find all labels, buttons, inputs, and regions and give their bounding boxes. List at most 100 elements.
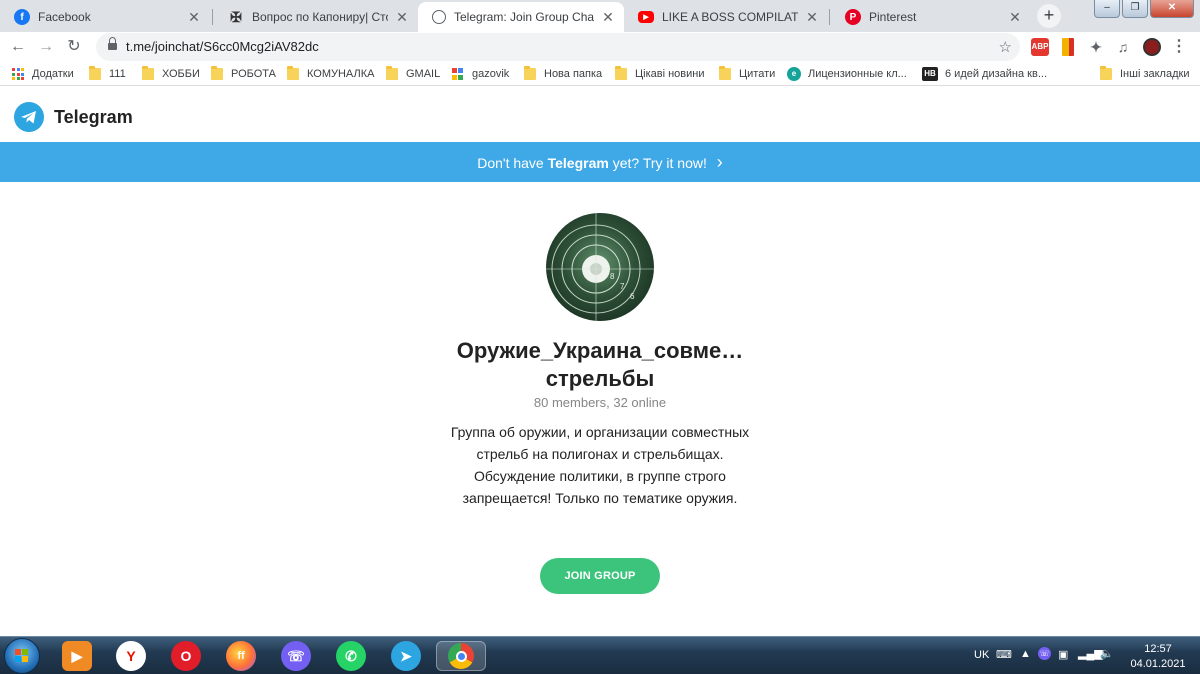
close-window-button[interactable]: ✕ <box>1150 0 1194 18</box>
windows-taskbar: ▶ Y O ff ☏ ✆ ➤ UK ⌨ ▲ ☏ ▣ ▂▄▆ 🔈 12:57 04… <box>0 636 1200 674</box>
language-indicator[interactable]: UK <box>974 649 989 661</box>
tab-facebook[interactable]: f Facebook ✕ <box>0 2 210 32</box>
folder-icon <box>719 66 731 80</box>
tab-close-icon[interactable]: ✕ <box>186 9 202 25</box>
tab-close-icon[interactable]: ✕ <box>600 9 616 25</box>
try-telegram-banner[interactable]: Don't have Telegram yet? Try it now! › <box>0 142 1200 182</box>
group-title-line1: Оружие_Украина_совме… <box>456 338 744 363</box>
bookmark-folder-gmail[interactable]: GMAIL <box>386 66 440 82</box>
browser-toolbar: ← → ↻ t.me/joinchat/S6cc0Mcg2iAV82dc ☆ A… <box>0 32 1200 62</box>
telegram-logo-icon[interactable] <box>14 102 44 132</box>
url-text[interactable]: t.me/joinchat/S6cc0Mcg2iAV82dc <box>126 39 319 54</box>
bookmark-label: gazovik <box>472 68 510 80</box>
menu-dots-icon[interactable]: ⋮ <box>1170 38 1188 56</box>
firefox-icon[interactable]: ff <box>226 641 256 671</box>
signal-bars-icon[interactable]: ▂▄▆ <box>1078 647 1103 660</box>
bookmark-label: ХОББИ <box>162 68 200 80</box>
tab-close-icon[interactable]: ✕ <box>394 9 410 25</box>
banner-suffix: yet? Try it now! <box>608 155 707 171</box>
bookmark-other-bookmarks[interactable]: Інші закладки <box>1100 66 1189 82</box>
volume-icon[interactable]: 🔈 <box>1100 647 1114 660</box>
bookmark-apps[interactable]: Додатки <box>12 66 74 82</box>
show-hidden-icons-icon[interactable]: ▲ <box>1020 648 1031 660</box>
adblock-plus-icon[interactable]: ABP <box>1031 38 1049 56</box>
bookmark-label: 111 <box>109 68 126 80</box>
bookmark-label: РОБОТА <box>231 68 276 80</box>
group-members-count: 80 members, 32 online <box>533 395 667 410</box>
folder-icon <box>142 66 154 80</box>
clock-date[interactable]: 04.01.2021 <box>1128 658 1188 670</box>
address-bar[interactable]: t.me/joinchat/S6cc0Mcg2iAV82dc ☆ <box>96 33 1020 61</box>
media-player-icon[interactable]: ▶ <box>62 641 92 671</box>
tab-close-icon[interactable]: ✕ <box>804 9 820 25</box>
telegram-header: Telegram <box>0 87 1200 143</box>
back-button[interactable]: ← <box>6 35 30 59</box>
bookmark-label: Цитати <box>739 68 776 80</box>
reload-button[interactable]: ↻ <box>62 35 86 59</box>
maximize-button[interactable]: ❐ <box>1122 0 1148 18</box>
tab-separator <box>829 9 830 25</box>
chrome-icon[interactable] <box>436 641 486 671</box>
forward-button[interactable]: → <box>34 35 58 59</box>
group-title-line2: стрельбы <box>545 366 655 391</box>
bookmark-gazovik[interactable]: gazovik <box>452 66 509 82</box>
bookmark-folder-robota[interactable]: РОБОТА <box>211 66 276 82</box>
telegram-brand-name[interactable]: Telegram <box>54 107 133 128</box>
network-activity-icon[interactable]: ▣ <box>1058 648 1068 661</box>
new-tab-button[interactable]: + <box>1037 4 1061 28</box>
chevron-right-icon: › <box>716 152 723 172</box>
bookmark-folder-nova-papka[interactable]: Нова папка <box>524 66 602 82</box>
clock-time[interactable]: 12:57 <box>1138 643 1178 655</box>
whatsapp-icon[interactable]: ✆ <box>336 641 366 671</box>
e-site-icon: e <box>787 67 801 81</box>
flag-extension-icon[interactable] <box>1062 38 1074 56</box>
svg-text:6: 6 <box>630 292 635 301</box>
tab-telegram-join[interactable]: Telegram: Join Group Chat ✕ <box>418 2 624 32</box>
puzzle-extensions-icon[interactable]: ✦ <box>1087 38 1105 56</box>
lock-icon[interactable] <box>108 37 117 52</box>
start-button[interactable] <box>4 638 40 674</box>
yandex-browser-icon[interactable]: Y <box>116 641 146 671</box>
folder-icon <box>211 66 223 80</box>
tab-youtube[interactable]: ▶ LIKE A BOSS COMPILATION #62 ✕ <box>624 2 828 32</box>
group-title: Оружие_Украина_совме… стрельбы <box>400 337 800 393</box>
bookmark-licenses[interactable]: e Лицензионные кл... <box>787 66 907 82</box>
bookmark-folder-komunalka[interactable]: КОМУНАЛКА <box>287 66 374 82</box>
join-group-button[interactable]: JOIN GROUP <box>540 558 660 594</box>
bookmark-folder-hobby[interactable]: ХОББИ <box>142 66 200 82</box>
tab-close-icon[interactable]: ✕ <box>1007 9 1023 25</box>
bookmarks-bar: Додатки 111 ХОББИ РОБОТА КОМУНАЛКА GMAIL… <box>0 62 1200 86</box>
tab-pinterest[interactable]: P Pinterest ✕ <box>831 2 1031 32</box>
chrome-center-icon <box>455 650 467 662</box>
telegram-app-icon[interactable]: ➤ <box>391 641 421 671</box>
bookmark-label: Додатки <box>32 68 74 80</box>
bookmark-folder-tsikavi-novyny[interactable]: Цікаві новини <box>615 66 705 82</box>
pinterest-icon: P <box>845 9 861 25</box>
bookmark-folder-111[interactable]: 111 <box>89 66 126 82</box>
media-control-icon[interactable]: ♫ <box>1114 38 1132 56</box>
bookmark-label: Нова папка <box>544 68 603 80</box>
group-description: Группа об оружии, и организации совместн… <box>450 424 750 506</box>
bookmark-design-ideas[interactable]: НВ 6 идей дизайна кв... <box>922 66 1047 82</box>
viber-tray-icon[interactable]: ☏ <box>1038 647 1051 660</box>
bookmark-star-icon[interactable]: ☆ <box>999 38 1012 56</box>
cross-icon: ✠ <box>230 8 242 25</box>
windows-logo-icon <box>15 649 28 662</box>
group-avatar: 8 7 6 <box>546 213 654 321</box>
keyboard-icon[interactable]: ⌨ <box>996 648 1012 661</box>
tab-title: LIKE A BOSS COMPILATION #62 <box>662 10 798 24</box>
tab-kaponir-question[interactable]: ✠ Вопрос по Капониру| Сторінка ✕ <box>214 2 418 32</box>
tab-title: Facebook <box>38 10 91 24</box>
tab-title: Telegram: Join Group Chat <box>454 10 594 24</box>
youtube-icon: ▶ <box>638 11 654 23</box>
bookmark-label: 6 идей дизайна кв... <box>945 68 1047 80</box>
minimize-button[interactable]: – <box>1094 0 1120 18</box>
folder-icon <box>1100 66 1112 80</box>
tab-title: Pinterest <box>869 10 917 24</box>
bookmark-folder-tsytaty[interactable]: Цитати <box>719 66 775 82</box>
viber-icon[interactable]: ☏ <box>281 641 311 671</box>
profile-avatar-icon[interactable] <box>1143 38 1161 56</box>
opera-icon[interactable]: O <box>171 641 201 671</box>
bookmark-label: Лицензионные кл... <box>808 68 907 80</box>
window-controls: – ❐ ✕ <box>1092 0 1194 18</box>
